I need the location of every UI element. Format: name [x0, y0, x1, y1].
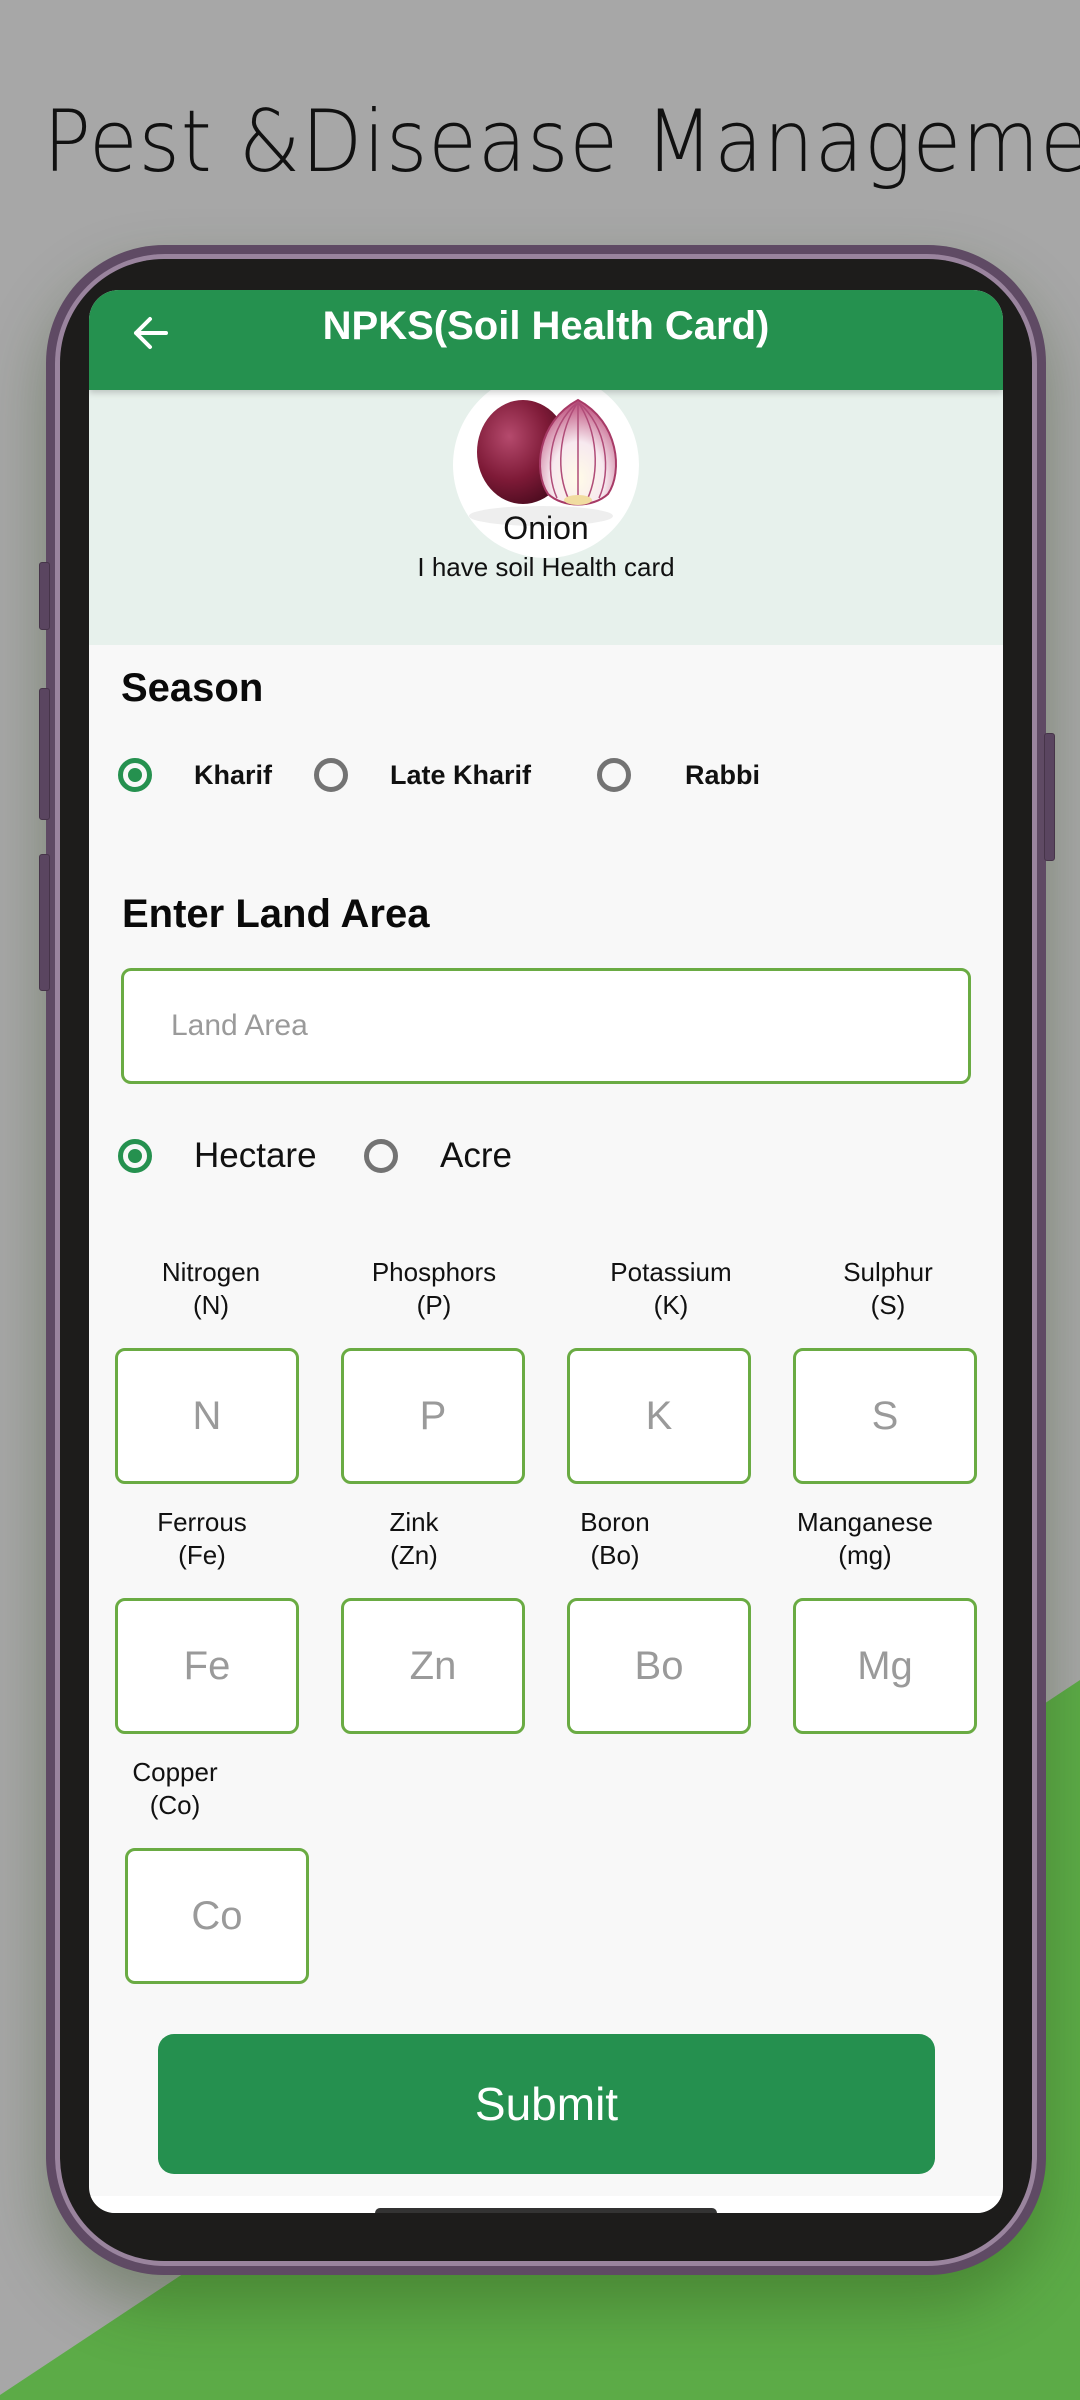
land-area-title: Enter Land Area — [122, 892, 430, 936]
season-radio-late-kharif[interactable]: Late Kharif — [314, 758, 531, 792]
ferrous-input[interactable]: Fe — [115, 1598, 299, 1734]
app-screen: NPKS(Soil Health Card) Onion I have soil… — [89, 290, 1003, 2213]
zinc-input[interactable]: Zn — [341, 1598, 525, 1734]
radio-label: Acre — [440, 1136, 512, 1175]
phone-side-button — [39, 854, 50, 991]
nitrogen-label: Nitrogen (N) — [161, 1257, 261, 1320]
radio-unselected-icon — [314, 758, 348, 792]
zinc-label: Zink (Zn) — [389, 1507, 439, 1570]
radio-label: Kharif — [194, 759, 273, 790]
ferrous-label: Ferrous (Fe) — [157, 1507, 247, 1570]
boron-label: Boron (Bo) — [580, 1507, 650, 1570]
radio-label: Late Kharif — [390, 759, 532, 790]
phone-side-button — [1044, 733, 1055, 861]
phosphorus-input[interactable]: P — [341, 1348, 525, 1484]
sulphur-label: Sulphur (S) — [843, 1257, 933, 1320]
crop-name: Onion — [503, 510, 589, 546]
potassium-input[interactable]: K — [567, 1348, 751, 1484]
unit-radio-hectare[interactable]: Hectare — [118, 1136, 317, 1176]
copper-label: Copper (Co) — [132, 1757, 218, 1820]
manganese-input[interactable]: Mg — [793, 1598, 977, 1734]
nitrogen-input[interactable]: N — [115, 1348, 299, 1484]
radio-unselected-icon — [597, 758, 631, 792]
boron-input[interactable]: Bo — [567, 1598, 751, 1734]
season-title: Season — [121, 666, 264, 710]
phone-side-button — [39, 562, 50, 630]
crop-header: Onion I have soil Health card — [89, 372, 1003, 645]
unit-radio-acre[interactable]: Acre — [364, 1136, 512, 1176]
potassium-label: Potassium (K) — [610, 1257, 732, 1320]
land-area-input[interactable]: Land Area — [121, 968, 971, 1084]
radio-unselected-icon — [364, 1139, 398, 1173]
radio-label: Hectare — [194, 1136, 317, 1175]
app-bar: NPKS(Soil Health Card) — [89, 290, 1003, 390]
season-radio-kharif[interactable]: Kharif — [118, 758, 272, 792]
phone-side-button — [39, 688, 50, 820]
copper-input[interactable]: Co — [125, 1848, 309, 1984]
soil-card-subtitle: I have soil Health card — [417, 552, 675, 582]
promo-title: Pest &Disease Management — [43, 92, 1080, 192]
radio-selected-icon — [118, 1139, 152, 1173]
home-indicator[interactable] — [375, 2208, 717, 2213]
submit-button[interactable]: Submit — [158, 2034, 935, 2174]
radio-selected-icon — [118, 758, 152, 792]
phosphorus-label: Phosphors (P) — [371, 1257, 497, 1320]
season-radio-rabbi[interactable]: Rabbi — [597, 758, 760, 792]
page-title: NPKS(Soil Health Card) — [322, 304, 770, 348]
sulphur-input[interactable]: S — [793, 1348, 977, 1484]
radio-label: Rabbi — [685, 759, 761, 790]
manganese-label: Manganese (mg) — [797, 1507, 933, 1570]
